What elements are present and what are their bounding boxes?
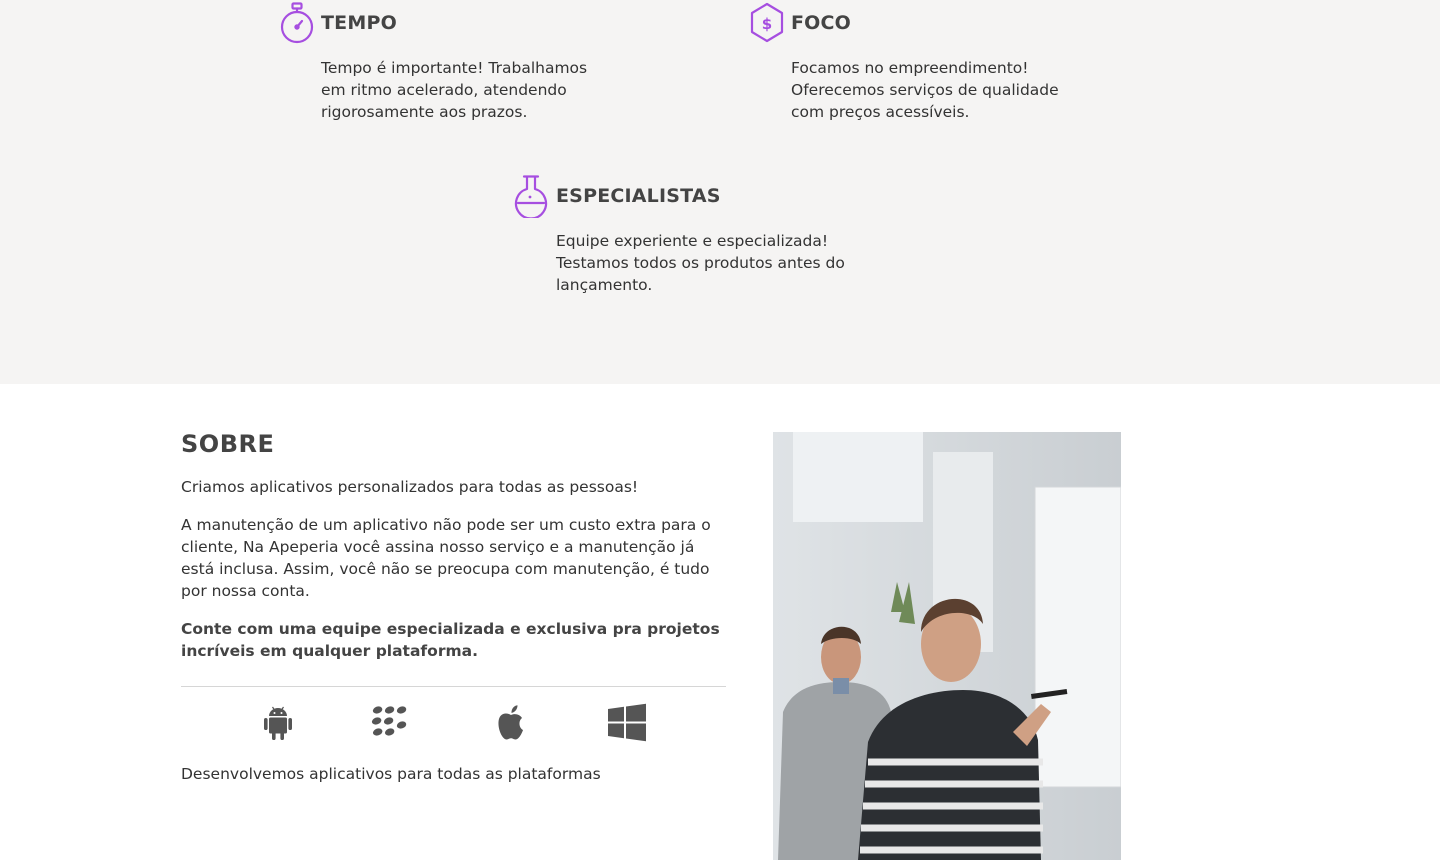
- about-paragraph-1: Criamos aplicativos personalizados para …: [181, 478, 639, 496]
- divider: [181, 686, 726, 687]
- windows-icon: [604, 701, 650, 745]
- about-section: SOBRE Criamos aplicativos personalizados…: [181, 430, 726, 801]
- platforms-caption: Desenvolvemos aplicativos para todas as …: [181, 765, 601, 783]
- feature-tempo-text: Tempo é importante! Trabalhamos em ritmo…: [321, 59, 588, 121]
- blackberry-icon: [371, 701, 417, 745]
- platform-icons: [181, 701, 726, 745]
- feature-especialistas-text: Equipe experiente e especializada! Testa…: [556, 232, 845, 294]
- about-highlight: Conte com uma equipe especializada e exc…: [181, 620, 720, 660]
- dollar-hexagon-icon: $: [750, 2, 784, 46]
- stopwatch-icon: [280, 2, 314, 46]
- feature-foco-text: Focamos no empreendimento! Oferecemos se…: [791, 59, 1059, 121]
- about-title: SOBRE: [181, 430, 275, 458]
- svg-text:$: $: [762, 15, 772, 33]
- feature-foco-title: FOCO: [791, 12, 852, 34]
- about-paragraph-2: A manutenção de um aplicativo não pode s…: [181, 516, 711, 600]
- flask-icon: [514, 174, 548, 218]
- apple-icon: [488, 701, 534, 745]
- android-icon: [255, 701, 301, 745]
- team-photo: [773, 432, 1121, 860]
- feature-tempo-title: TEMPO: [321, 12, 397, 34]
- feature-especialistas-title: ESPECIALISTAS: [556, 185, 721, 207]
- features-section: TEMPO Tempo é importante! Trabalhamos em…: [0, 0, 1440, 384]
